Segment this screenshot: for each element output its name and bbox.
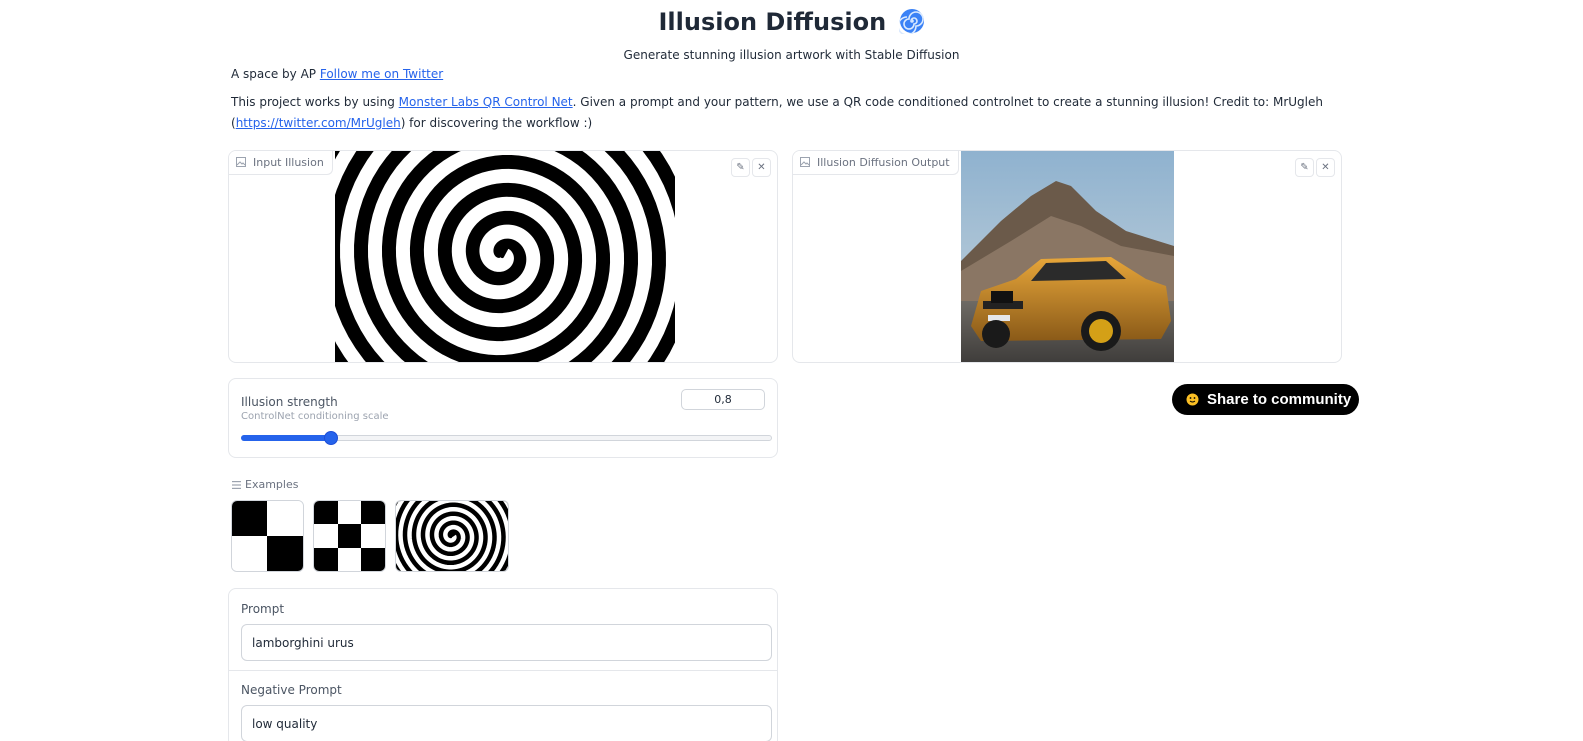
illusion-strength-panel: Illusion strength ControlNet conditionin… bbox=[228, 378, 778, 458]
hugging-face-icon bbox=[1186, 393, 1199, 406]
output-label-text: Illusion Diffusion Output bbox=[817, 156, 950, 169]
checker-2x2-image bbox=[232, 501, 303, 571]
slider-thumb[interactable] bbox=[324, 431, 339, 445]
examples-label-text: Examples bbox=[245, 478, 299, 491]
mrugleh-twitter-link[interactable]: https://twitter.com/MrUgleh bbox=[236, 116, 401, 130]
example-checker-2x2[interactable] bbox=[231, 500, 304, 572]
page-title: Illusion Diffusion bbox=[0, 8, 1583, 40]
output-label: Illusion Diffusion Output bbox=[793, 151, 959, 175]
checker-3x3-image bbox=[314, 501, 385, 571]
close-icon[interactable]: ✕ bbox=[752, 158, 771, 177]
spiral-input-image bbox=[335, 151, 675, 362]
share-to-community-button[interactable]: Share to community bbox=[1172, 384, 1359, 415]
illusion-strength-slider[interactable] bbox=[241, 431, 772, 445]
edit-icon[interactable]: ✎ bbox=[1295, 158, 1314, 177]
illusion-strength-label: Illusion strength bbox=[241, 395, 338, 409]
twitter-link[interactable]: Follow me on Twitter bbox=[320, 67, 443, 81]
input-illusion-label-text: Input Illusion bbox=[253, 156, 324, 169]
byline-text: A space by AP bbox=[231, 67, 320, 81]
example-spiral[interactable] bbox=[395, 500, 509, 572]
page-subtitle: Generate stunning illusion artwork with … bbox=[623, 48, 960, 62]
slider-fill bbox=[241, 435, 331, 441]
image-icon bbox=[236, 157, 246, 167]
output-panel[interactable]: Illusion Diffusion Output ✎ ✕ bbox=[792, 150, 1342, 363]
monster-labs-link[interactable]: Monster Labs QR Control Net bbox=[399, 95, 573, 109]
list-icon bbox=[232, 481, 241, 489]
title-text: Illusion Diffusion bbox=[658, 8, 887, 36]
car-output-image bbox=[961, 151, 1174, 362]
input-illusion-panel[interactable]: Input Illusion ✎ ✕ bbox=[228, 150, 778, 363]
prompt-divider bbox=[229, 670, 777, 671]
close-icon[interactable]: ✕ bbox=[1316, 158, 1335, 177]
negative-prompt-input[interactable] bbox=[241, 705, 772, 741]
desc-part3: ) for discovering the workflow :) bbox=[400, 116, 593, 130]
image-icon bbox=[800, 157, 810, 167]
cyclone-icon bbox=[896, 8, 925, 40]
byline: A space by AP Follow me on Twitter bbox=[231, 67, 443, 81]
prompt-panel: Prompt Negative Prompt bbox=[228, 588, 778, 741]
example-checker-3x3[interactable] bbox=[313, 500, 386, 572]
negative-prompt-label: Negative Prompt bbox=[241, 683, 342, 697]
input-illusion-label: Input Illusion bbox=[229, 151, 333, 175]
illusion-strength-number-input[interactable]: 0,8 bbox=[681, 389, 765, 410]
desc-part1: This project works by using bbox=[231, 95, 399, 109]
share-button-label: Share to community bbox=[1207, 391, 1352, 408]
spiral-example-image bbox=[396, 501, 508, 571]
prompt-label: Prompt bbox=[241, 602, 285, 616]
examples-label: Examples bbox=[231, 478, 298, 491]
edit-icon[interactable]: ✎ bbox=[731, 158, 750, 177]
illusion-strength-info: ControlNet conditioning scale bbox=[241, 411, 389, 422]
description: This project works by using Monster Labs… bbox=[231, 92, 1361, 134]
prompt-input[interactable] bbox=[241, 624, 772, 661]
